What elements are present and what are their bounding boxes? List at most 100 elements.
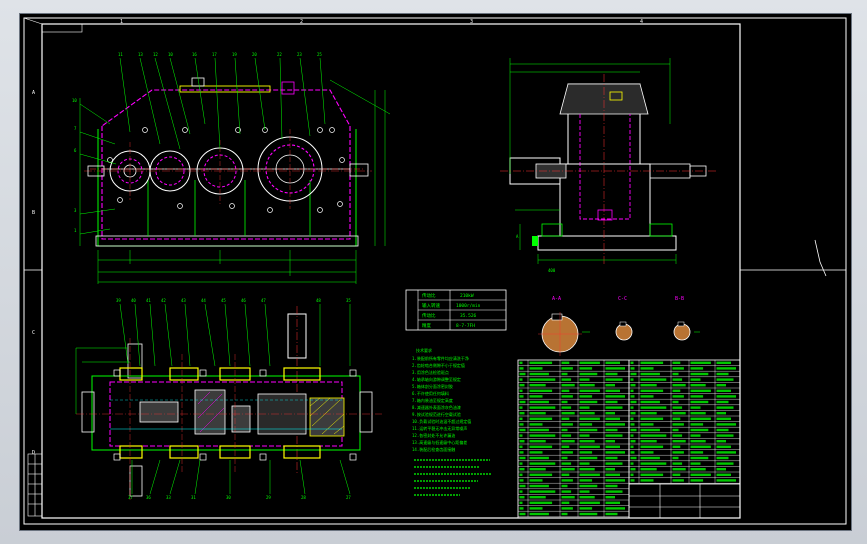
parts-cell-text <box>519 484 526 488</box>
parts-cell-text <box>640 389 664 392</box>
parts-cell-text <box>529 496 546 499</box>
svg-text:7: 7 <box>74 126 77 131</box>
svg-text:12: 12 <box>153 52 158 57</box>
parts-cell-text <box>529 490 556 493</box>
parts-cell-text <box>561 372 568 376</box>
parts-cell-text <box>605 496 615 499</box>
svg-text:16: 16 <box>192 52 197 57</box>
svg-text:47: 47 <box>261 298 266 303</box>
parts-cell-text <box>519 395 524 398</box>
parts-cell-text <box>716 412 726 415</box>
parts-cell-text <box>672 462 683 465</box>
parts-cell-text <box>579 428 598 432</box>
parts-cell-text <box>690 400 709 404</box>
parts-cell-text <box>716 367 736 370</box>
parts-cell-text <box>529 361 553 364</box>
svg-text:41: 41 <box>146 298 151 303</box>
parts-cell-text <box>605 473 620 476</box>
parts-cell-text <box>579 473 600 476</box>
parts-cell-text <box>716 451 736 454</box>
parts-cell-text <box>630 367 635 370</box>
parts-cell-text <box>640 372 660 376</box>
parts-cell-text <box>519 378 523 381</box>
drawing-viewport[interactable]: 1 2 3 4 A B C D 11 13 12 10 16 17 19 20 … <box>20 14 851 530</box>
parts-cell-text <box>579 462 590 465</box>
svg-text:43: 43 <box>181 298 186 303</box>
parts-cell-text <box>605 507 625 510</box>
svg-text:20: 20 <box>252 52 257 57</box>
parts-cell-text <box>640 451 654 454</box>
parts-cell-text <box>561 479 573 482</box>
parts-cell-text <box>605 512 618 516</box>
parts-cell-text <box>605 456 618 460</box>
parts-cell-text <box>529 423 543 426</box>
parts-cell-text <box>630 445 634 448</box>
parts-cell-text <box>561 445 570 448</box>
parts-cell-text <box>690 372 709 376</box>
note-line: 7.箱内装油至规定高度 <box>412 397 453 403</box>
parts-cell-text <box>519 389 523 392</box>
svg-text:35: 35 <box>346 298 351 303</box>
parts-cell-text <box>579 412 595 415</box>
parts-cell-text <box>529 434 556 437</box>
parts-cell-text <box>579 479 593 482</box>
parts-cell-text <box>561 417 570 420</box>
parts-cell-text <box>672 400 679 404</box>
parts-cell-text <box>672 395 684 398</box>
note-line: 14.装配后检查齿面接触 <box>412 446 455 452</box>
parts-cell-text <box>640 417 664 420</box>
svg-text:29: 29 <box>266 495 271 500</box>
note-line: 9.按试验规范进行空载试验 <box>412 411 461 417</box>
section-details: A-A C-C B-B <box>538 296 700 356</box>
parts-cell-text <box>529 468 546 471</box>
svg-text:10: 10 <box>72 98 77 103</box>
parts-cell-text <box>579 384 595 387</box>
parts-cell-text <box>640 361 664 364</box>
parts-cell-text <box>579 490 590 493</box>
parts-cell-text <box>519 412 525 415</box>
parts-cell-text <box>716 462 734 465</box>
parts-cell-text <box>579 501 600 504</box>
parts-cell-text <box>630 389 634 392</box>
parts-cell-text <box>605 434 623 437</box>
parts-cell-text <box>690 395 704 398</box>
parts-cell-text <box>605 389 620 392</box>
parts-cell-text <box>605 445 620 448</box>
parts-cell-text <box>519 473 523 476</box>
parts-cell-text <box>716 372 729 376</box>
parts-cell-text <box>519 406 523 409</box>
parts-cell-text <box>579 445 600 448</box>
parts-cell-text <box>716 395 736 398</box>
parts-cell-text <box>605 367 625 370</box>
parts-cell-text <box>561 434 572 437</box>
parts-cell-text <box>690 378 701 381</box>
parts-cell-text <box>716 440 726 443</box>
parts-cell-text <box>519 501 523 504</box>
parts-cell-text <box>640 473 664 476</box>
parts-cell-text <box>605 501 620 504</box>
parts-cell-text <box>690 468 706 471</box>
parts-cell-text <box>605 417 620 420</box>
parts-cell-text <box>561 412 575 415</box>
parts-cell-text <box>716 434 734 437</box>
parts-cell-text <box>605 451 625 454</box>
parts-cell-text <box>605 384 615 387</box>
svg-text:10: 10 <box>168 52 173 57</box>
parts-cell-text <box>605 440 615 443</box>
parts-cell-text <box>529 400 549 404</box>
svg-text:17: 17 <box>212 52 217 57</box>
parts-cell-text <box>672 378 683 381</box>
svg-text:23: 23 <box>297 52 302 57</box>
parts-cell-text <box>519 490 523 493</box>
parts-cell-text <box>519 434 523 437</box>
parts-cell-text <box>579 423 593 426</box>
parts-cell-text <box>519 417 523 420</box>
parts-cell-text <box>519 367 524 370</box>
parts-cell-text <box>529 473 553 476</box>
svg-text:13: 13 <box>138 52 143 57</box>
svg-text:19: 19 <box>232 52 237 57</box>
parts-cell-text <box>672 440 686 443</box>
parts-cell-text <box>579 395 593 398</box>
svg-text:30: 30 <box>226 495 231 500</box>
parts-cell-text <box>579 372 598 376</box>
